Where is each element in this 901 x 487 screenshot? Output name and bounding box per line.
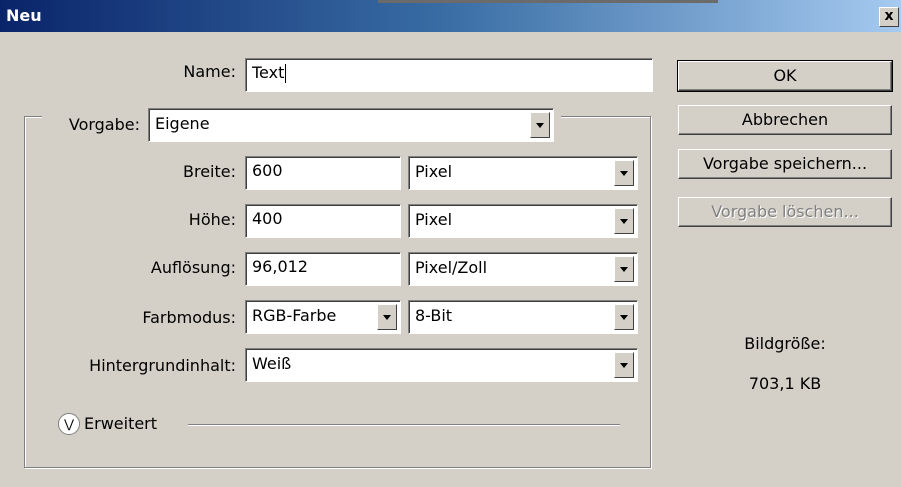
chevron-down-icon[interactable] bbox=[614, 208, 634, 234]
colormode-select[interactable]: RGB-Farbe bbox=[245, 300, 401, 334]
advanced-label[interactable]: Erweitert bbox=[84, 414, 157, 433]
ok-button[interactable]: OK bbox=[677, 60, 893, 92]
height-label: Höhe: bbox=[188, 210, 236, 229]
chevron-down-icon[interactable] bbox=[377, 304, 397, 330]
width-unit-value: Pixel bbox=[415, 162, 453, 181]
chevron-down-icon[interactable] bbox=[530, 112, 550, 138]
chevron-down-icon[interactable] bbox=[614, 256, 634, 282]
colormode-value: RGB-Farbe bbox=[252, 306, 337, 325]
name-label: Name: bbox=[183, 62, 236, 81]
height-unit-select[interactable]: Pixel bbox=[408, 204, 638, 238]
delete-preset-button[interactable]: Vorgabe löschen... bbox=[678, 197, 892, 227]
background-value: Weiß bbox=[252, 354, 292, 373]
preset-select[interactable]: Eigene bbox=[148, 108, 554, 142]
close-icon[interactable]: x bbox=[879, 7, 899, 27]
width-unit-select[interactable]: Pixel bbox=[408, 156, 638, 190]
advanced-divider bbox=[188, 424, 620, 426]
height-value: 400 bbox=[252, 209, 283, 228]
bitdepth-select[interactable]: 8-Bit bbox=[408, 300, 638, 334]
bitdepth-value: 8-Bit bbox=[415, 306, 453, 325]
background-select[interactable]: Weiß bbox=[245, 348, 638, 382]
width-label: Breite: bbox=[183, 162, 236, 181]
resolution-value: 96,012 bbox=[252, 257, 308, 276]
image-size-value: 703,1 KB bbox=[748, 374, 822, 393]
save-preset-button[interactable]: Vorgabe speichern... bbox=[678, 149, 892, 179]
resolution-label: Auflösung: bbox=[150, 258, 236, 277]
resolution-input[interactable]: 96,012 bbox=[245, 252, 401, 286]
name-input[interactable]: Text bbox=[245, 58, 653, 92]
height-unit-value: Pixel bbox=[415, 210, 453, 229]
width-input[interactable]: 600 bbox=[245, 156, 401, 190]
name-value: Text bbox=[252, 63, 285, 82]
chevron-down-icon[interactable] bbox=[614, 160, 634, 186]
colormode-label: Farbmodus: bbox=[142, 308, 236, 327]
preset-value: Eigene bbox=[155, 114, 210, 133]
preset-label: Vorgabe: bbox=[68, 115, 140, 134]
window-title: Neu bbox=[6, 6, 42, 25]
chevron-down-icon[interactable] bbox=[614, 352, 634, 378]
height-input[interactable]: 400 bbox=[245, 204, 401, 238]
title-bar[interactable]: Neu x bbox=[0, 0, 901, 32]
background-window-edge bbox=[378, 0, 718, 3]
cancel-button[interactable]: Abbrechen bbox=[678, 105, 892, 135]
resolution-unit-select[interactable]: Pixel/Zoll bbox=[408, 252, 638, 286]
double-chevron-down-icon[interactable]: ⋁ bbox=[58, 413, 80, 435]
chevron-down-icon[interactable] bbox=[614, 304, 634, 330]
width-value: 600 bbox=[252, 161, 283, 180]
resolution-unit-value: Pixel/Zoll bbox=[415, 258, 488, 277]
background-label: Hintergrundinhalt: bbox=[89, 356, 236, 375]
text-caret bbox=[285, 64, 287, 83]
image-size-label: Bildgröße: bbox=[744, 334, 826, 353]
